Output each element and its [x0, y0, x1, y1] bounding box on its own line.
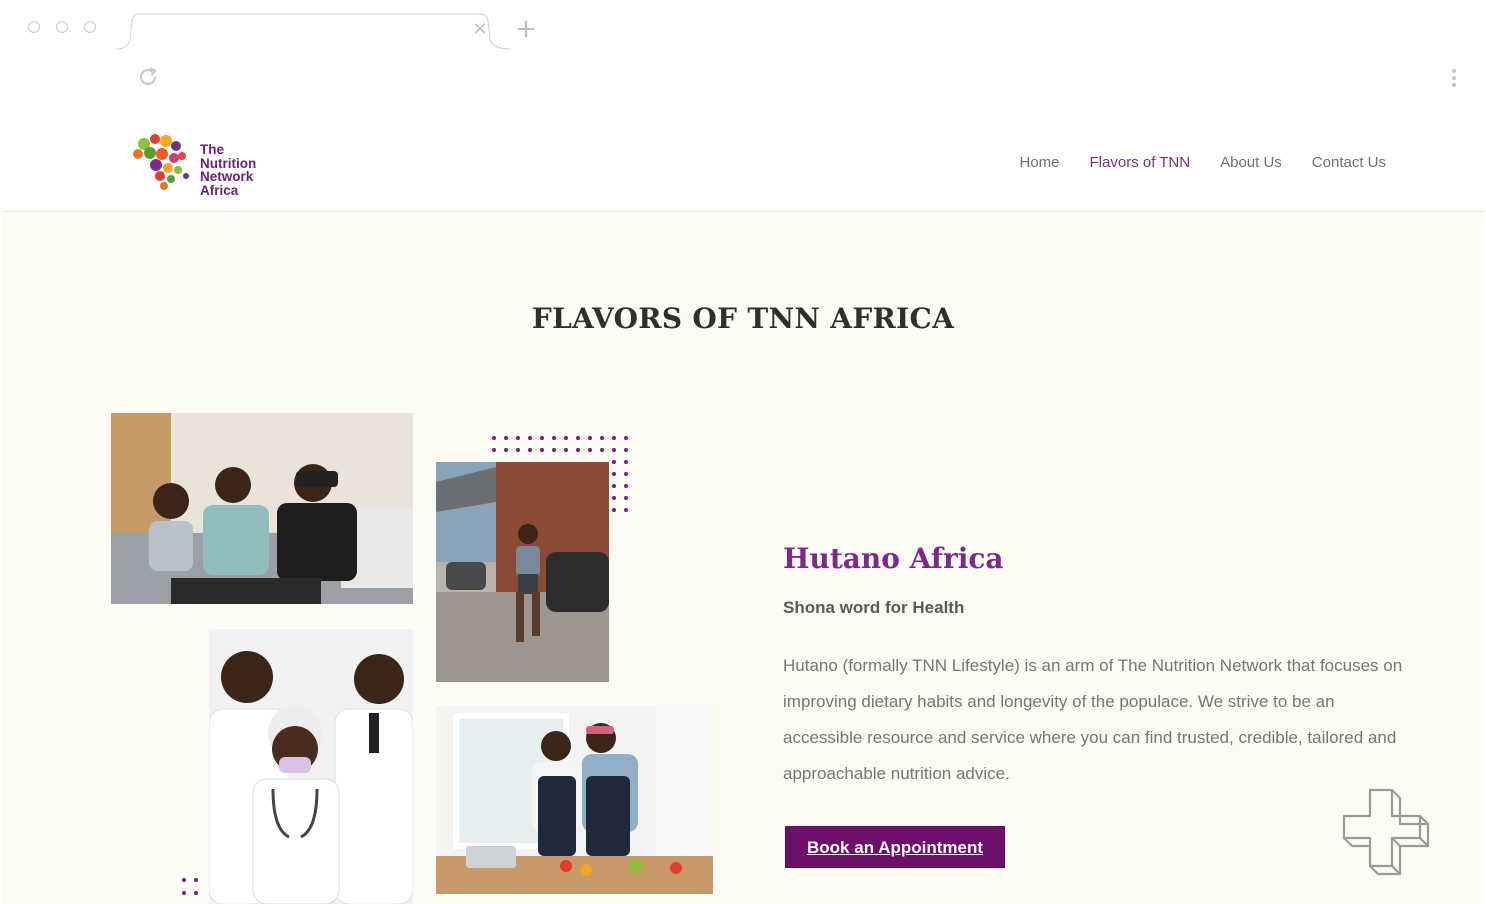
decorative-dot	[624, 460, 628, 464]
decorative-dot	[624, 508, 628, 512]
feature-headline: Hutano Africa	[783, 542, 1004, 575]
book-appointment-button[interactable]: Book an Appointment	[785, 826, 1005, 868]
decorative-dot	[552, 448, 556, 452]
medical-cross-icon	[1342, 788, 1430, 876]
decorative-dot	[492, 448, 496, 452]
nav-about-us[interactable]: About Us	[1220, 154, 1282, 171]
decorative-dot	[588, 448, 592, 452]
decorative-dot	[588, 436, 592, 440]
decorative-dot	[612, 448, 616, 452]
feature-description: Hutano (formally TNN Lifestyle) is an ar…	[783, 656, 1403, 783]
decorative-dot	[516, 436, 520, 440]
decorative-dot	[612, 484, 616, 488]
decorative-dot	[516, 448, 520, 452]
reload-icon[interactable]	[136, 65, 160, 89]
decorative-dot	[552, 436, 556, 440]
africa-produce-logo-icon	[133, 134, 189, 190]
decorative-dot-grid	[492, 436, 642, 516]
decorative-dot	[528, 448, 532, 452]
window-minimize-dot[interactable]	[56, 21, 68, 33]
nav-flavors-of-tnn[interactable]: Flavors of TNN	[1090, 154, 1191, 171]
flavors-section: FLAVORS OF TNN AFRICA Hutano Africa Shon…	[2, 212, 1484, 904]
decorative-dot	[504, 436, 508, 440]
decorative-dot	[624, 436, 628, 440]
logo-line: Nutrition	[200, 155, 257, 171]
decorative-dot	[612, 460, 616, 464]
decorative-dot	[612, 472, 616, 476]
decorative-dot	[624, 496, 628, 500]
decorative-dot	[564, 448, 568, 452]
decorative-dot-pair	[182, 878, 212, 904]
main-nav: Home Flavors of TNN About Us Contact Us	[1020, 154, 1387, 171]
browser-chrome: × +	[0, 0, 1486, 110]
decorative-dot	[612, 508, 616, 512]
decorative-dot	[600, 436, 604, 440]
site-logo[interactable]: The Nutrition Network Africa	[126, 126, 286, 198]
family-vr-photo	[111, 413, 413, 604]
decorative-dot	[564, 436, 568, 440]
logo-text: The Nutrition Network Africa	[200, 143, 256, 197]
site-header: The Nutrition Network Africa Home Flavor…	[2, 110, 1484, 212]
decorative-dot	[624, 472, 628, 476]
new-tab-icon[interactable]: +	[515, 16, 537, 42]
decorative-dot	[612, 496, 616, 500]
logo-line: The	[200, 142, 225, 157]
tab-close-icon[interactable]: ×	[470, 19, 490, 39]
logo-line: Africa	[200, 182, 239, 198]
feature-subhead: Shona word for Health	[783, 598, 965, 617]
decorative-dot	[576, 436, 580, 440]
decorative-dot	[576, 448, 580, 452]
decorative-dot	[624, 484, 628, 488]
decorative-dot	[492, 436, 496, 440]
decorative-dot	[504, 448, 508, 452]
decorative-dot	[612, 436, 616, 440]
window-close-dot[interactable]	[28, 21, 40, 33]
cooking-photo	[436, 706, 713, 894]
decorative-dot	[600, 448, 604, 452]
section-title: FLAVORS OF TNN AFRICA	[531, 302, 955, 335]
decorative-dot	[624, 448, 628, 452]
decorative-dot	[540, 436, 544, 440]
nav-contact-us[interactable]: Contact Us	[1312, 154, 1386, 171]
kebab-menu-icon[interactable]	[1446, 66, 1462, 90]
nav-home[interactable]: Home	[1020, 154, 1060, 171]
medical-team-photo	[209, 629, 413, 904]
logo-line: Network	[200, 169, 254, 184]
window-zoom-dot[interactable]	[84, 21, 96, 33]
decorative-dot	[528, 436, 532, 440]
browser-tab[interactable]: ×	[116, 13, 511, 50]
decorative-dot	[540, 448, 544, 452]
